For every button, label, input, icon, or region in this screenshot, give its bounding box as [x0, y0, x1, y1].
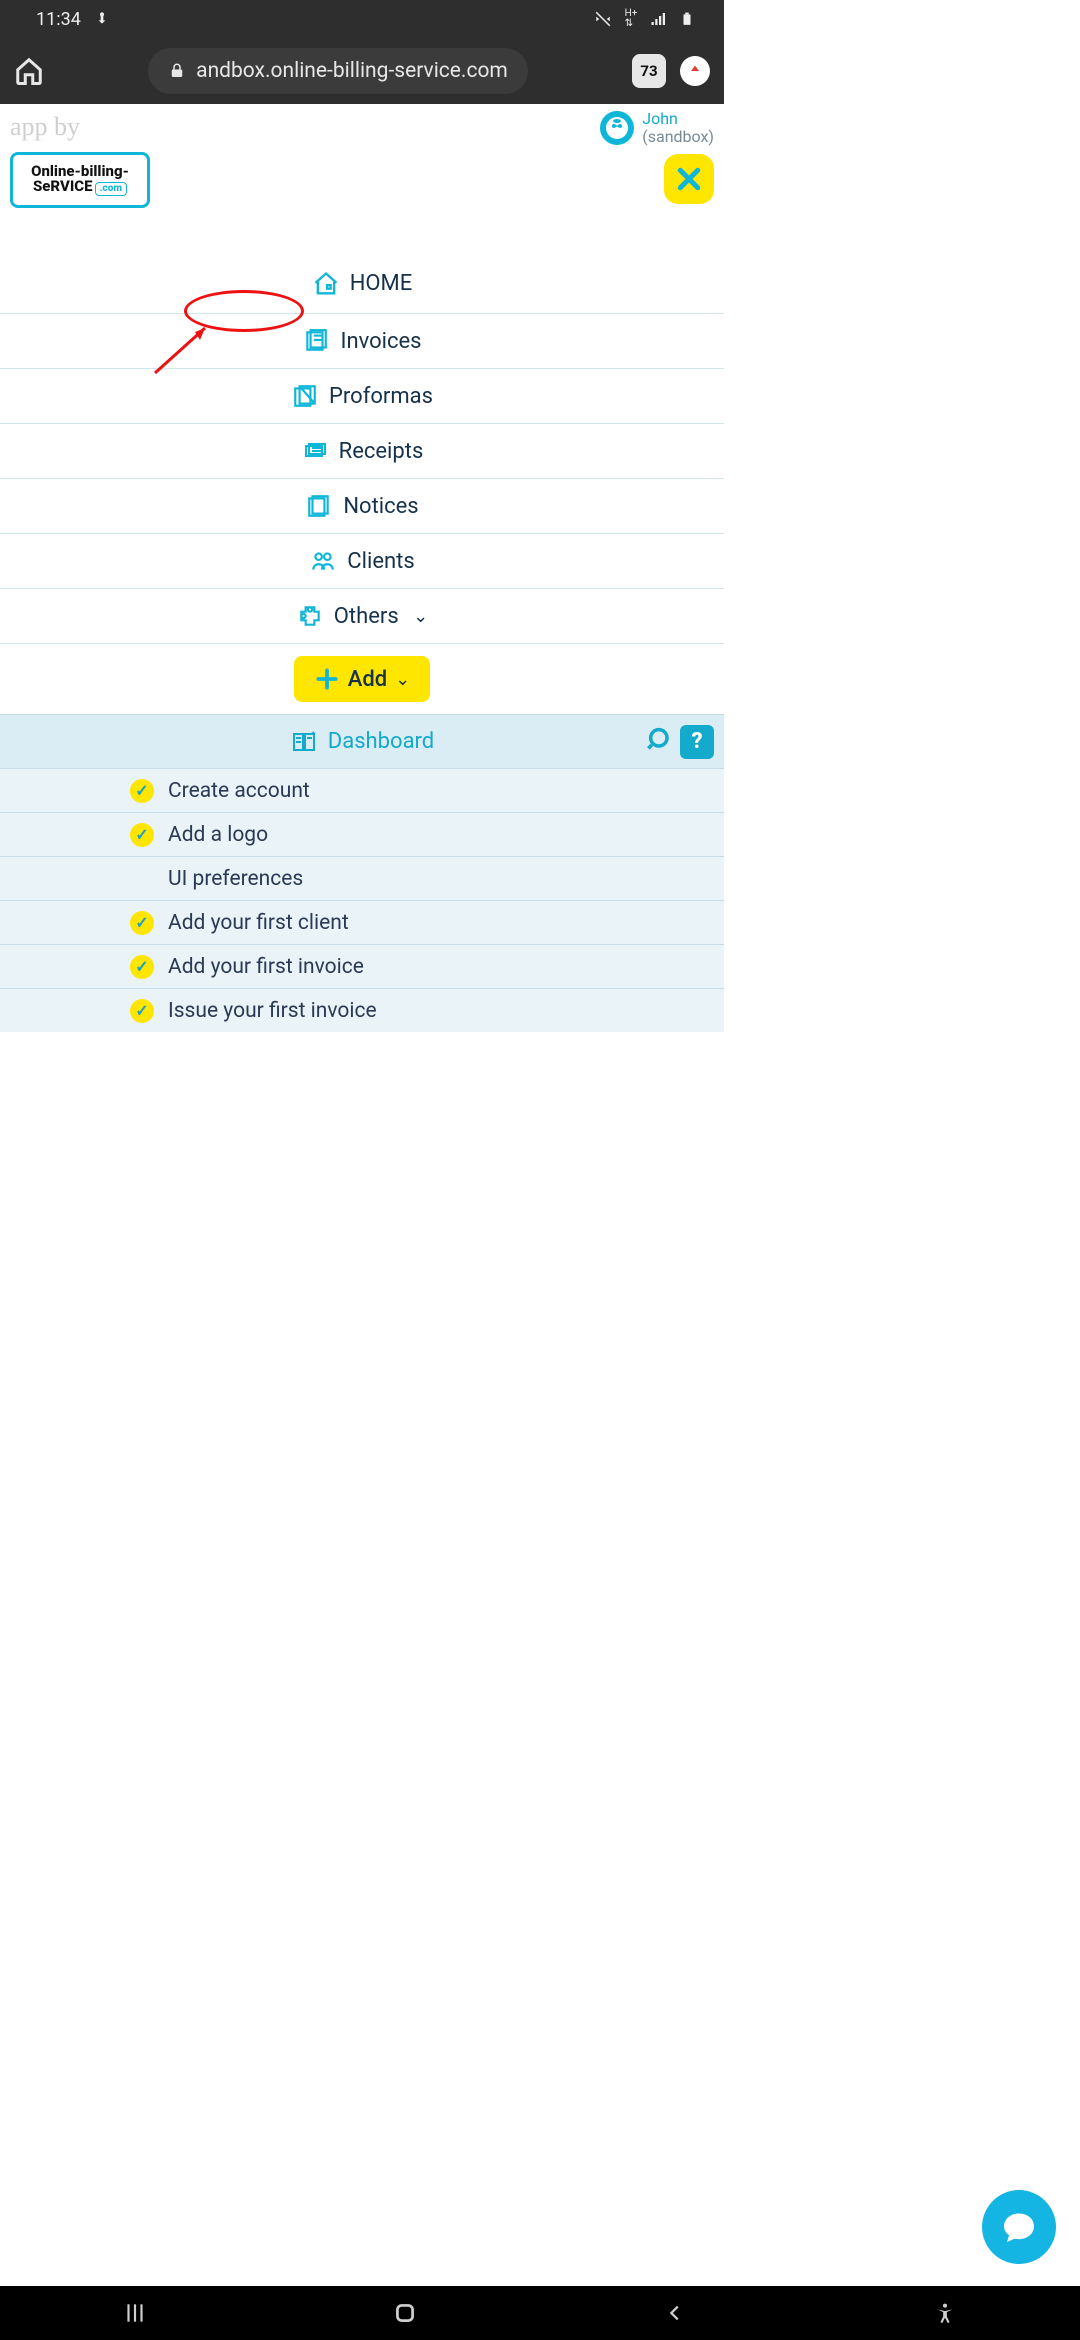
- home-icon: [312, 270, 340, 298]
- chevron-down-icon: ⌄: [409, 606, 429, 627]
- android-statusbar: 11:34 H+⇅: [0, 0, 724, 38]
- back-icon[interactable]: [661, 2299, 689, 2327]
- android-navbar: [0, 2286, 1080, 2340]
- dashboard-header: Dashboard ?: [0, 714, 724, 768]
- task-label: Add your first client: [168, 911, 349, 935]
- recent-apps-icon[interactable]: [121, 2299, 149, 2327]
- android-home-icon[interactable]: [391, 2299, 419, 2327]
- user-mode: (sandbox): [642, 128, 714, 146]
- plus-icon: [314, 666, 340, 692]
- check-icon: ✓: [130, 911, 154, 935]
- avatar: [600, 111, 634, 145]
- task-item-create-account[interactable]: ✓ Create account: [0, 768, 724, 812]
- vibrate-icon: [594, 10, 612, 28]
- chevron-down-icon: ⌄: [395, 669, 410, 690]
- nav-label: Clients: [347, 549, 414, 574]
- nav-item-home[interactable]: HOME: [0, 254, 724, 314]
- puzzle-icon: [296, 602, 324, 630]
- clients-icon: [309, 547, 337, 575]
- battery-icon: [678, 10, 696, 28]
- tab-count-value: 73: [640, 62, 657, 80]
- check-icon: ✓: [130, 955, 154, 979]
- onboarding-tasks: ✓ Create account ✓ Add a logo UI prefere…: [0, 768, 724, 1032]
- check-icon: ✓: [130, 999, 154, 1023]
- task-item-add-logo[interactable]: ✓ Add a logo: [0, 812, 724, 856]
- nav-item-clients[interactable]: Clients: [0, 533, 724, 589]
- nav-label: Receipts: [339, 439, 424, 464]
- task-label: Add your first invoice: [168, 955, 364, 979]
- notices-icon: [305, 492, 333, 520]
- check-icon: ✓: [130, 823, 154, 847]
- task-label: Issue your first invoice: [168, 999, 377, 1023]
- statusbar-time: 11:34: [36, 9, 81, 30]
- receipts-icon: [301, 437, 329, 465]
- add-button[interactable]: Add ⌄: [294, 656, 430, 702]
- dashboard-title: Dashboard: [328, 729, 434, 754]
- search-icon[interactable]: [646, 725, 674, 759]
- url-bar[interactable]: andbox.online-billing-service.com: [148, 48, 528, 94]
- task-item-add-first-client[interactable]: ✓ Add your first client: [0, 900, 724, 944]
- task-item-issue-first-invoice[interactable]: ✓ Issue your first invoice: [0, 988, 724, 1032]
- url-text: andbox.online-billing-service.com: [196, 59, 508, 83]
- nav-label: Notices: [343, 494, 418, 519]
- logo-tld: .com: [95, 182, 127, 196]
- chat-fab[interactable]: [982, 2190, 1056, 2264]
- nav-label: HOME: [350, 271, 413, 296]
- accessibility-icon[interactable]: [931, 2299, 959, 2327]
- browser-update-icon[interactable]: [680, 56, 710, 86]
- close-menu-button[interactable]: [664, 154, 714, 204]
- browser-home-icon[interactable]: [14, 56, 44, 86]
- nav-label: Proformas: [329, 384, 433, 409]
- nav-item-proformas[interactable]: Proformas: [0, 368, 724, 424]
- network-type-icon: H+⇅: [622, 10, 640, 28]
- check-icon: ✓: [130, 779, 154, 803]
- nav-label: Others: [334, 604, 399, 629]
- close-icon: [674, 164, 704, 194]
- nav-item-invoices[interactable]: Invoices: [0, 313, 724, 369]
- nav-item-receipts[interactable]: Receipts: [0, 423, 724, 479]
- add-label: Add: [348, 667, 387, 692]
- task-label: Add a logo: [168, 823, 268, 847]
- lock-icon: [168, 62, 186, 80]
- task-item-add-first-invoice[interactable]: ✓ Add your first invoice: [0, 944, 724, 988]
- proformas-icon: [291, 382, 319, 410]
- nav-item-notices[interactable]: Notices: [0, 478, 724, 534]
- download-icon: [93, 10, 111, 28]
- task-label: Create account: [168, 779, 310, 803]
- app-header: app by Online-billing- SeRVICE.com John …: [0, 104, 724, 244]
- logo-line2: SeRVICE: [33, 177, 93, 195]
- signal-icon: [650, 10, 668, 28]
- user-name: John: [642, 110, 714, 128]
- chat-icon: [1001, 2209, 1037, 2245]
- main-nav: HOME Invoices Proformas Receipts Notices…: [0, 254, 724, 644]
- dashboard-icon: [290, 728, 318, 756]
- task-item-ui-preferences[interactable]: UI preferences: [0, 856, 724, 900]
- browser-toolbar: andbox.online-billing-service.com 73: [0, 38, 724, 104]
- nav-item-others[interactable]: Others ⌄: [0, 588, 724, 644]
- nav-label: Invoices: [340, 329, 421, 354]
- app-by-label: app by: [10, 112, 80, 142]
- tab-count-button[interactable]: 73: [632, 54, 666, 88]
- task-label: UI preferences: [168, 867, 303, 891]
- help-button[interactable]: ?: [680, 725, 714, 759]
- user-box[interactable]: John (sandbox): [600, 110, 714, 145]
- invoices-icon: [302, 327, 330, 355]
- app-logo[interactable]: Online-billing- SeRVICE.com: [10, 152, 150, 208]
